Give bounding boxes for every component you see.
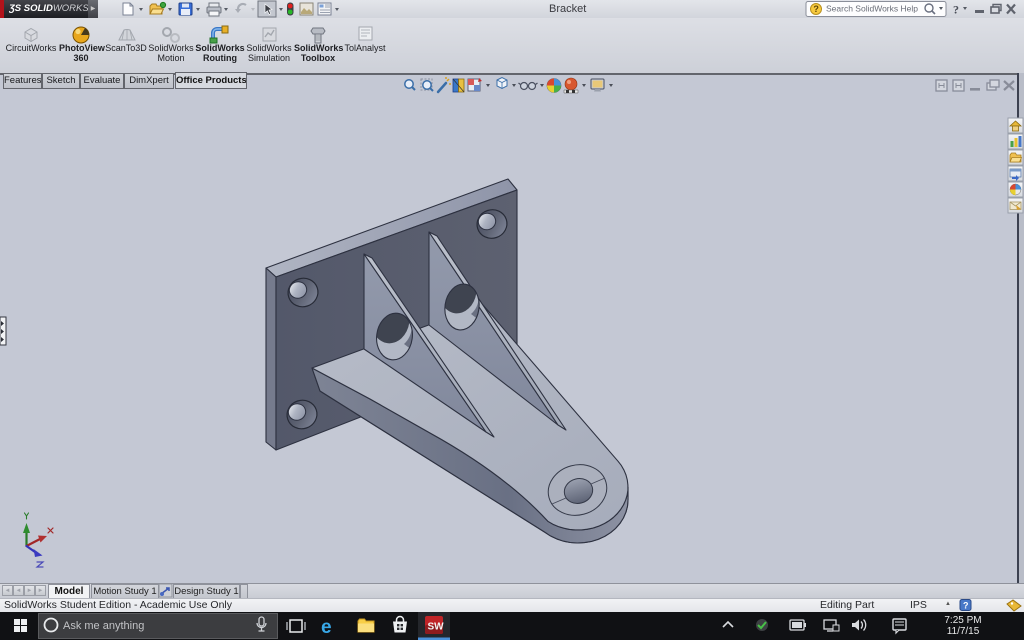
svg-text:SW: SW bbox=[428, 622, 445, 633]
svg-text:e: e bbox=[321, 617, 332, 638]
svg-text:?: ? bbox=[963, 601, 969, 611]
